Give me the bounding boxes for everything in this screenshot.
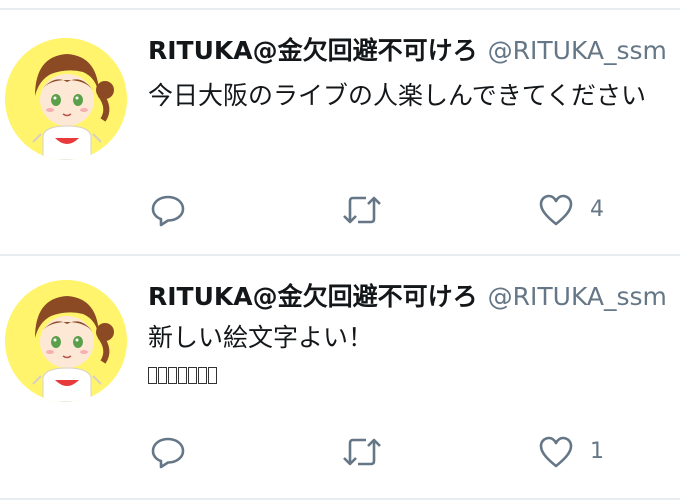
like-count: 1 <box>590 439 604 464</box>
missing-glyph-box <box>208 366 217 384</box>
tweet-header: RITUKA@金欠回避不可けろ @RITUKA_ssm <box>148 282 667 312</box>
like-button[interactable]: 1 <box>538 434 604 470</box>
reply-button[interactable] <box>150 192 186 228</box>
unsupported-emoji-row <box>148 364 217 386</box>
missing-glyph-box <box>158 366 167 384</box>
bottom-divider <box>0 498 680 500</box>
like-count: 4 <box>590 197 604 222</box>
unsupported-emoji-boxes <box>148 364 217 386</box>
like-button[interactable]: 4 <box>538 192 604 228</box>
missing-glyph-box <box>148 366 157 384</box>
avatar[interactable] <box>5 280 127 402</box>
display-name[interactable]: RITUKA@金欠回避不可けろ <box>148 282 478 311</box>
tweet-card[interactable]: RITUKA@金欠回避不可けろ @RITUKA_ssm 今日大阪のライブの人楽しん… <box>0 36 680 276</box>
timeline: RITUKA@金欠回避不可けろ @RITUKA_ssm 今日大阪のライブの人楽しん… <box>0 0 680 504</box>
heart-icon <box>539 436 573 468</box>
top-divider <box>0 8 680 10</box>
tweet-divider <box>0 254 680 256</box>
user-handle[interactable]: @RITUKA_ssm <box>488 282 667 311</box>
reply-icon <box>151 195 185 227</box>
heart-icon <box>539 194 573 226</box>
missing-glyph-box <box>168 366 177 384</box>
tweet-text: 今日大阪のライブの人楽しんできてください <box>148 81 647 110</box>
user-handle[interactable]: @RITUKA_ssm <box>488 36 667 65</box>
reply-button[interactable] <box>150 434 186 470</box>
retweet-button[interactable] <box>342 192 382 228</box>
retweet-icon <box>343 196 381 224</box>
tweet-card[interactable]: RITUKA@金欠回避不可けろ @RITUKA_ssm 新しい絵文字よい！ 1 <box>0 280 680 504</box>
retweet-icon <box>343 438 381 466</box>
missing-glyph-box <box>188 366 197 384</box>
display-name[interactable]: RITUKA@金欠回避不可けろ <box>148 36 478 65</box>
missing-glyph-box <box>198 366 207 384</box>
avatar[interactable] <box>5 38 127 160</box>
missing-glyph-box <box>178 366 187 384</box>
tweet-header: RITUKA@金欠回避不可けろ @RITUKA_ssm <box>148 36 667 66</box>
avatar-illustration <box>5 280 127 402</box>
avatar-illustration <box>5 38 127 160</box>
retweet-button[interactable] <box>342 434 382 470</box>
reply-icon <box>151 437 185 469</box>
tweet-text: 新しい絵文字よい！ <box>148 323 374 352</box>
